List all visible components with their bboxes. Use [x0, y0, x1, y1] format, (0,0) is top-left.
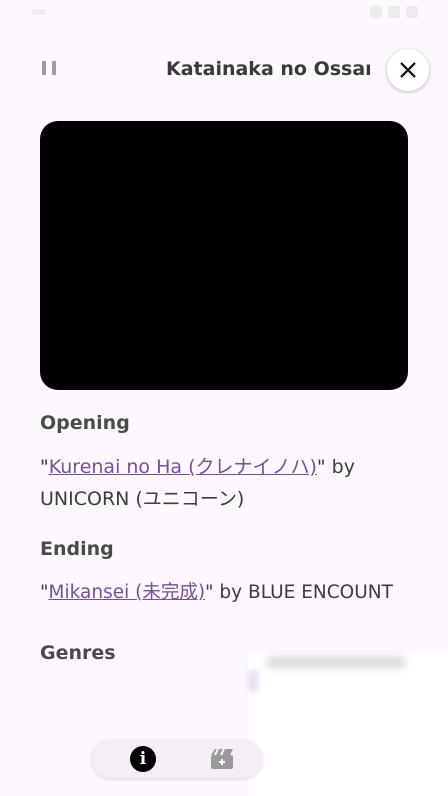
- loading-panel: [248, 652, 448, 796]
- placeholder-bar: [266, 656, 406, 668]
- opening-artist: UNICORN (ユニコーン): [40, 488, 245, 510]
- ending-heading: Ending: [40, 538, 114, 560]
- opening-song: "Kurenai no Ha (クレナイノハ)" by UNICORN (ユニコ…: [40, 451, 420, 515]
- opening-heading: Opening: [40, 412, 130, 434]
- ending-quote-close: " by BLUE ENCOUNT: [205, 582, 393, 603]
- clapperboard-icon[interactable]: [210, 748, 236, 770]
- info-icon[interactable]: i: [130, 746, 156, 772]
- close-icon: [400, 62, 416, 78]
- close-button[interactable]: [387, 49, 429, 91]
- signal-icon: [388, 6, 400, 18]
- title-marquee: Katainaka no Ossan Kensei ni Naru: [160, 54, 370, 84]
- placeholder-accent: [248, 670, 258, 692]
- status-icons: [366, 6, 418, 18]
- bottom-nav: i: [92, 740, 262, 778]
- ending-song: "Mikansei (未完成)" by BLUE ENCOUNT: [40, 577, 440, 609]
- page-title: Katainaka no Ossan Kensei ni Naru: [166, 58, 370, 80]
- ending-quote-open: ": [40, 582, 49, 603]
- wifi-icon: [370, 6, 382, 18]
- genres-heading: Genres: [40, 642, 116, 664]
- ending-song-link[interactable]: Mikansei (未完成): [49, 582, 206, 603]
- app-bar: Katainaka no Ossan Kensei ni Naru: [0, 44, 448, 94]
- opening-quote-close: " by: [316, 456, 355, 478]
- battery-icon: [406, 6, 418, 18]
- opening-quote-open: ": [40, 456, 49, 478]
- pause-icon[interactable]: [42, 61, 56, 77]
- opening-song-link[interactable]: Kurenai no Ha (クレナイノハ): [49, 456, 317, 478]
- video-player[interactable]: [40, 121, 408, 390]
- status-time: [32, 9, 46, 15]
- status-bar: [0, 0, 448, 26]
